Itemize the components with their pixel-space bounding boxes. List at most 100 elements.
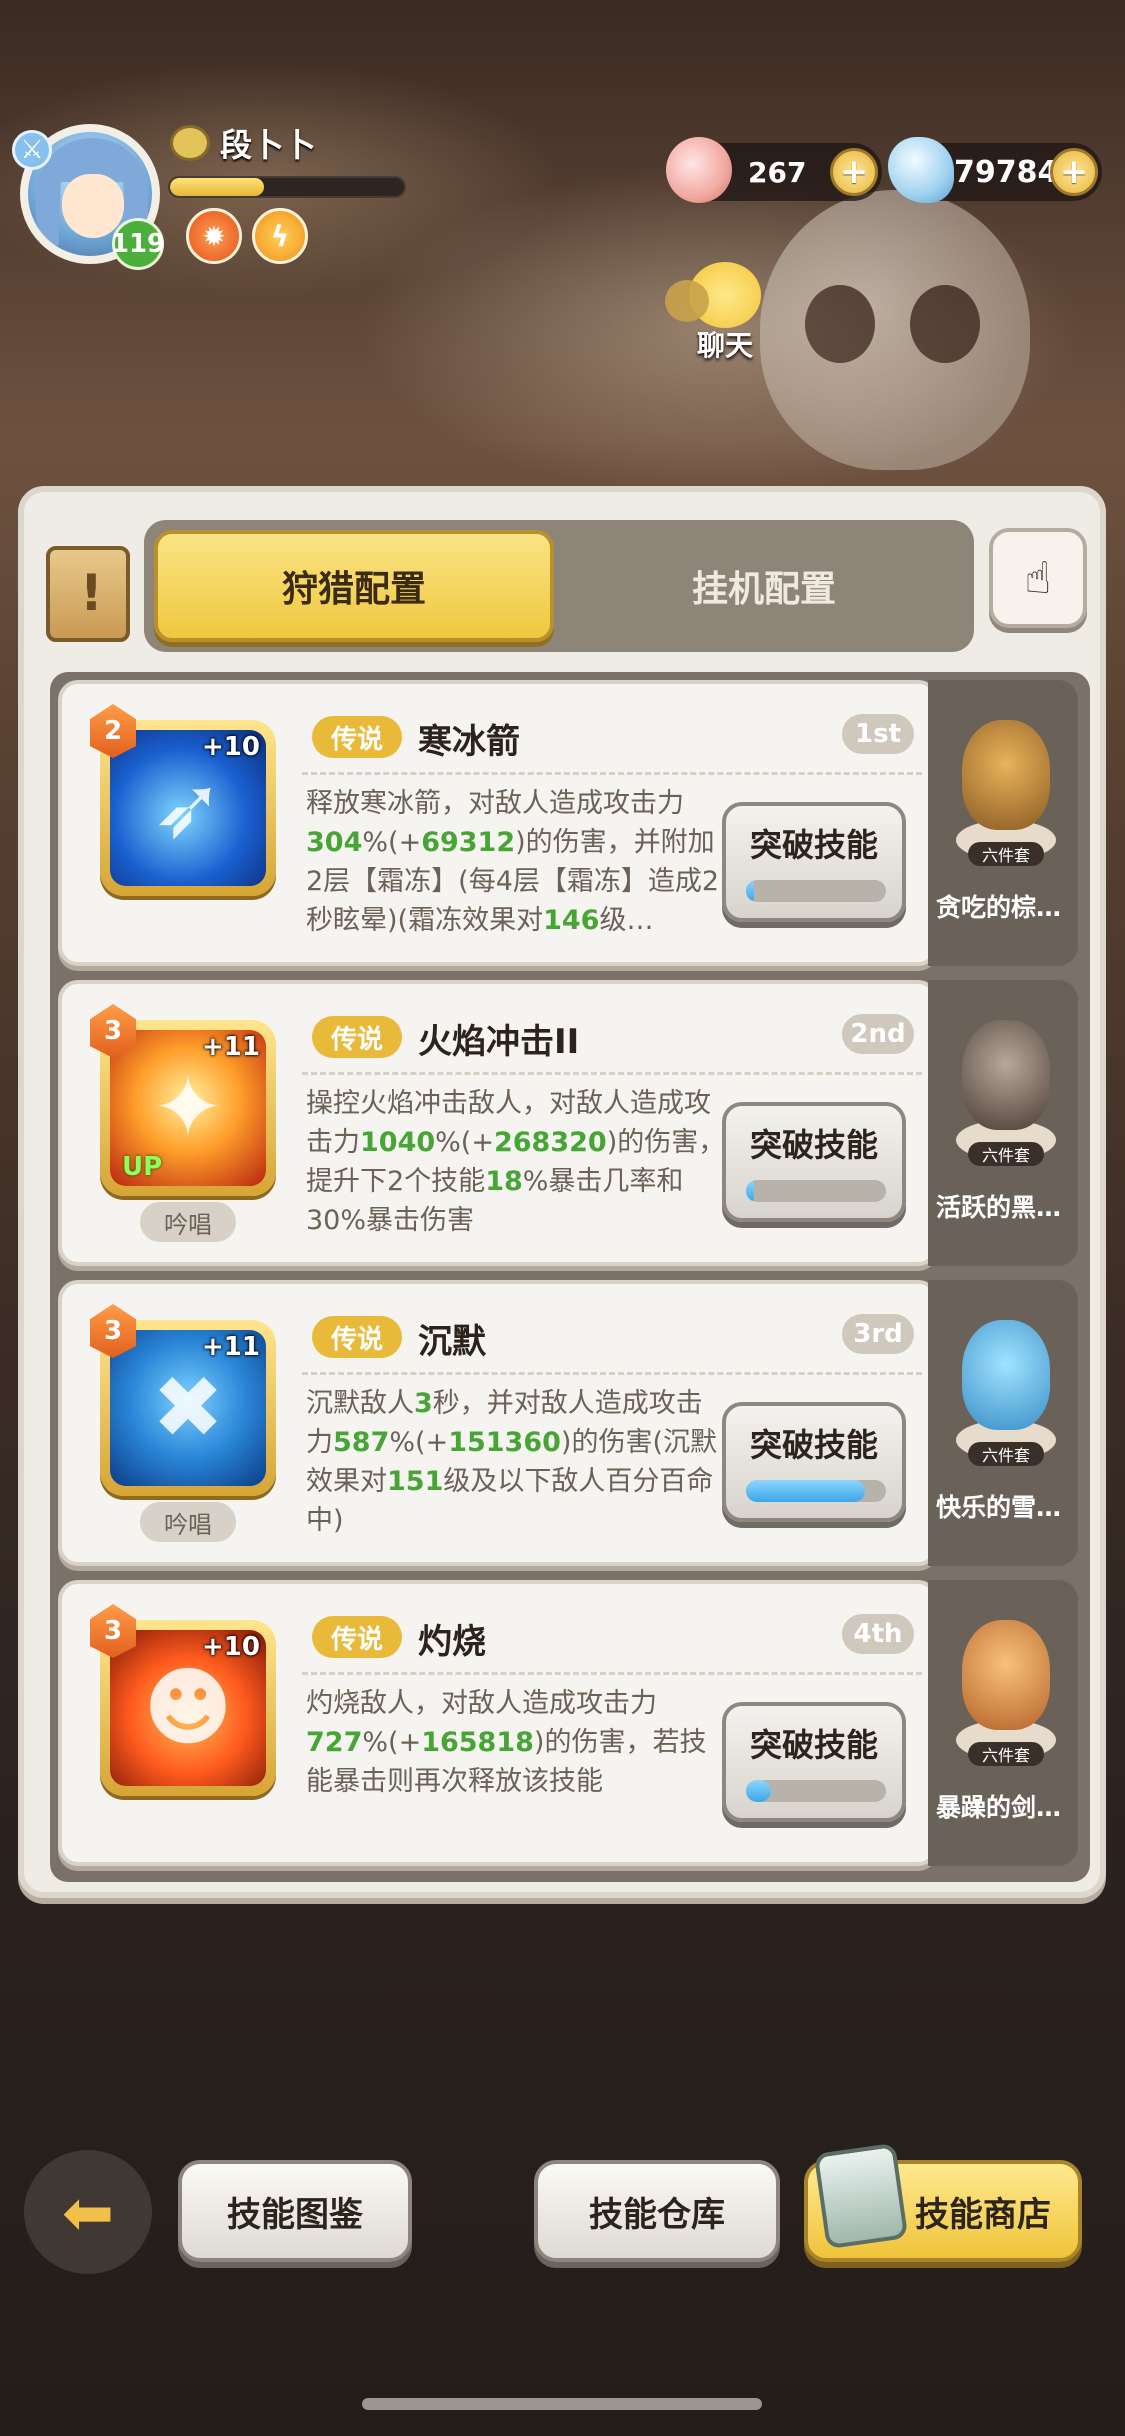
pet-figure: 六件套 <box>956 1020 1056 1170</box>
tab-idle-config[interactable]: 挂机配置 <box>564 530 964 642</box>
divider <box>302 1372 922 1375</box>
breakthrough-progress-fill <box>746 880 755 902</box>
pet-slot[interactable]: 六件套 快乐的雪… <box>928 1280 1078 1566</box>
desc-highlight: 146 <box>543 905 600 936</box>
skill-card-main[interactable]: ✖ 3 +11 吟唱 传说 沉默 3rd 沉默敌人3秒，并对敌人造成攻击力587… <box>58 1280 938 1566</box>
swirl-buff-icon[interactable]: ϟ <box>252 208 308 264</box>
pointer-hand-icon[interactable]: ☝ <box>989 528 1087 628</box>
sword-icon: ⚔ <box>12 130 52 170</box>
desc-highlight: 268320 <box>493 1127 607 1158</box>
rarity-badge: 传说 <box>312 1616 402 1658</box>
breakthrough-progress-fill <box>746 1780 772 1802</box>
skill-description: 操控火焰冲击敌人，对敌人造成攻击力1040%(+268320)的伤害，提升下2个… <box>306 1084 726 1240</box>
skill-description: 沉默敌人3秒，并对敌人造成攻击力587%(+151360)的伤害(沉默效果对15… <box>306 1384 726 1540</box>
scroll-icon[interactable] <box>46 546 130 642</box>
pearl-currency: 797845 + <box>888 137 1102 203</box>
breakthrough-progress <box>746 1180 886 1202</box>
desc-highlight: 3 <box>414 1388 433 1419</box>
pet-name: 贪吃的棕… <box>936 893 1062 922</box>
skill-warehouse-button[interactable]: 技能仓库 <box>534 2160 780 2262</box>
chant-tag: 吟唱 <box>140 1202 236 1242</box>
pet-set-tag: 六件套 <box>968 842 1044 866</box>
pet-name: 活跃的黑… <box>936 1193 1062 1222</box>
breakthrough-progress-fill <box>746 1180 755 1202</box>
skill-card-main[interactable]: ☻ 3 +10 传说 灼烧 4th 灼烧敌人，对敌人造成攻击力727%(+165… <box>58 1580 938 1866</box>
player-level-badge: 119 <box>111 218 165 270</box>
breakthrough-button[interactable]: 突破技能 <box>722 1102 906 1222</box>
sword-pet-icon <box>962 1620 1050 1730</box>
desc-highlight: 587 <box>333 1427 390 1458</box>
enhance-level: +11 <box>202 1032 260 1062</box>
breakthrough-label: 突破技能 <box>749 1126 878 1164</box>
chant-tag: 吟唱 <box>140 1502 236 1542</box>
breakthrough-button[interactable]: 突破技能 <box>722 1402 906 1522</box>
breakthrough-button[interactable]: 突破技能 <box>722 802 906 922</box>
pet-slot[interactable]: 六件套 暴躁的剑… <box>928 1580 1078 1866</box>
skill-shop-button[interactable]: 技能商店 <box>804 2142 1082 2262</box>
pet-slot[interactable]: 六件套 活跃的黑… <box>928 980 1078 1266</box>
snow-pet-icon <box>962 1320 1050 1430</box>
skull-decoration <box>760 190 1030 470</box>
exp-bar <box>168 176 406 198</box>
skill-description: 灼烧敌人，对敌人造成攻击力727%(+165818)的伤害，若技能暴击则再次释放… <box>306 1684 726 1801</box>
enhance-level: +10 <box>202 1632 260 1662</box>
home-indicator[interactable] <box>362 2398 762 2410</box>
add-pearl-button[interactable]: + <box>1050 148 1098 196</box>
desc-highlight: 18 <box>485 1166 523 1197</box>
skill-list: ➶ 2 +10 传说 寒冰箭 1st 释放寒冰箭，对敌人造成攻击力304%(+6… <box>50 672 1090 1882</box>
fire-buff-icon[interactable]: ✹ <box>186 208 242 264</box>
tab-hunt-config[interactable]: 狩猎配置 <box>154 530 554 642</box>
divider <box>302 1072 922 1075</box>
skill-card: ✦ UP 3 +11 吟唱 传说 火焰冲击II 2nd 操控火焰冲击敌人，对敌人… <box>58 980 1078 1266</box>
rarity-badge: 传说 <box>312 1016 402 1058</box>
rarity-badge: 传说 <box>312 1316 402 1358</box>
buff-badges: ✹ ϟ <box>186 208 308 264</box>
desc-text: 沉默敌人 <box>306 1388 414 1419</box>
breakthrough-progress <box>746 1780 886 1802</box>
rarity-badge: 传说 <box>312 716 402 758</box>
breakthrough-progress <box>746 1480 886 1502</box>
divider <box>302 772 922 775</box>
breakthrough-progress-fill <box>746 1480 865 1502</box>
shell-icon <box>666 137 732 203</box>
chat-button[interactable]: 聊天 <box>660 262 790 364</box>
desc-highlight: 165818 <box>421 1727 534 1758</box>
skill-card-main[interactable]: ➶ 2 +10 传说 寒冰箭 1st 释放寒冰箭，对敌人造成攻击力304%(+6… <box>58 680 938 966</box>
shop-icon <box>813 2142 909 2250</box>
upgrade-tag: UP <box>122 1152 163 1182</box>
slot-badge: 4th <box>842 1614 914 1654</box>
desc-highlight: 304 <box>306 827 363 858</box>
chat-bubble-icon <box>665 262 761 328</box>
skill-card: ✖ 3 +11 吟唱 传说 沉默 3rd 沉默敌人3秒，并对敌人造成攻击力587… <box>58 1280 1078 1566</box>
desc-text: %(+ <box>389 1427 449 1458</box>
breakthrough-label: 突破技能 <box>749 1726 878 1764</box>
pet-set-tag: 六件套 <box>968 1442 1044 1466</box>
skill-card: ☻ 3 +10 传说 灼烧 4th 灼烧敌人，对敌人造成攻击力727%(+165… <box>58 1580 1078 1866</box>
skill-shop-label: 技能商店 <box>915 2194 1051 2235</box>
slot-badge: 1st <box>842 714 914 754</box>
shell-count: 267 <box>748 155 807 189</box>
arrow-left-icon[interactable]: ⬅ <box>24 2150 152 2274</box>
skill-card-main[interactable]: ✦ UP 3 +11 吟唱 传说 火焰冲击II 2nd 操控火焰冲击敌人，对敌人… <box>58 980 938 1266</box>
skill-name: 火焰冲击II <box>418 1022 580 1062</box>
pet-figure: 六件套 <box>956 1620 1056 1770</box>
add-shell-button[interactable]: + <box>830 148 878 196</box>
divider <box>302 1672 922 1675</box>
player-name-row: 段卜卜 <box>170 120 316 166</box>
breakthrough-button[interactable]: 突破技能 <box>722 1702 906 1822</box>
desc-text: 释放寒冰箭，对敌人造成攻击力 <box>306 788 684 819</box>
skill-name: 灼烧 <box>418 1622 486 1662</box>
desc-highlight: 151 <box>387 1466 444 1497</box>
skill-atlas-button[interactable]: 技能图鉴 <box>178 2160 412 2262</box>
desc-text: %(+ <box>435 1127 494 1158</box>
shell-currency: 267 + <box>666 137 882 203</box>
breakthrough-progress <box>746 880 886 902</box>
pet-slot[interactable]: 六件套 贪吃的棕… <box>928 680 1078 966</box>
desc-text: 级… <box>599 905 654 936</box>
enhance-level: +11 <box>202 1332 260 1362</box>
boar-pet-icon <box>962 1020 1050 1130</box>
desc-text: 灼烧敌人，对敌人造成攻击力 <box>306 1688 657 1719</box>
skill-name: 寒冰箭 <box>418 722 520 762</box>
pet-set-tag: 六件套 <box>968 1142 1044 1166</box>
pet-name: 暴躁的剑… <box>936 1793 1062 1822</box>
